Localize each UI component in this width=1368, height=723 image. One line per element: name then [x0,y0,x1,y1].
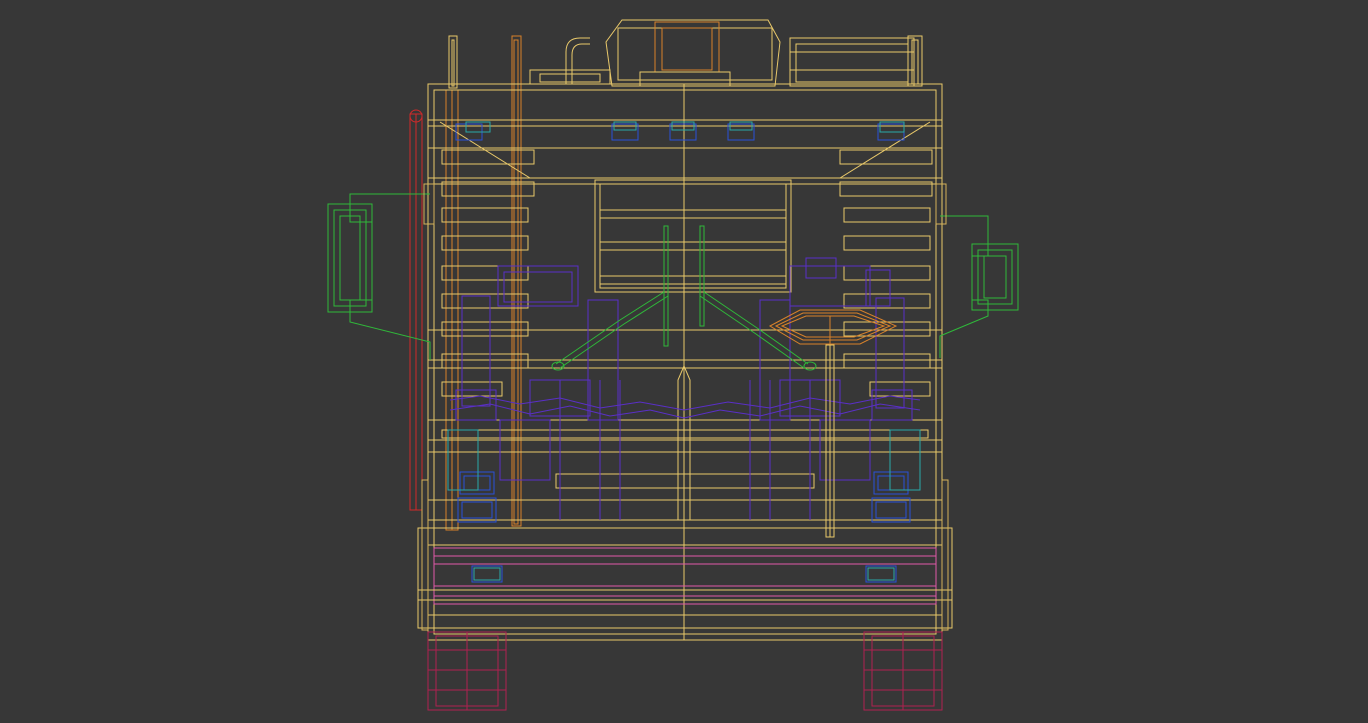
steering-wheel [768,309,898,538]
mirror-left [327,193,431,360]
grille-left [441,149,535,397]
wheel-left [427,631,507,711]
viewport-front-wireframe[interactable] [0,0,1368,723]
truck-wireframe-model [327,19,1019,711]
exhaust-pipes [445,35,522,531]
cab-body [417,83,953,641]
roof-unit [529,19,923,87]
grille-right [839,149,933,397]
antenna-left [409,109,423,511]
wheel-right [863,631,943,711]
bumper [417,547,953,605]
roof-lights [455,121,905,141]
mirror-right [939,215,1019,358]
